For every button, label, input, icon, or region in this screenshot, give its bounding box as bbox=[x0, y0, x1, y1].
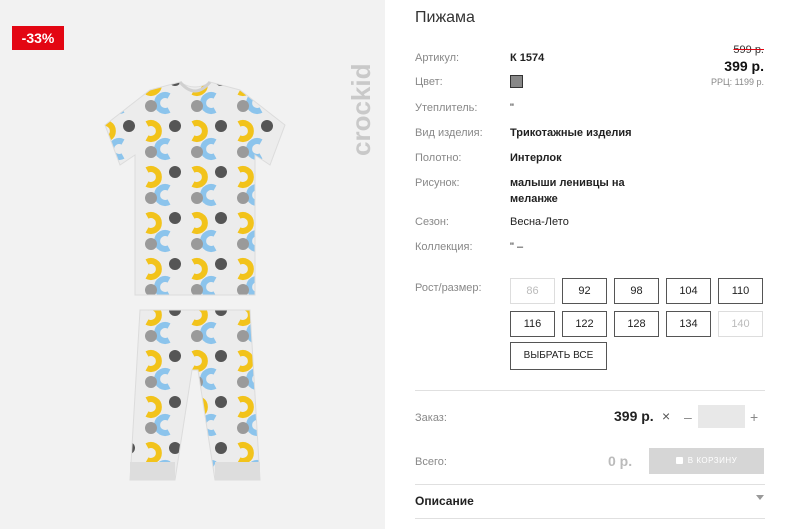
add-to-cart-label: В КОРЗИНУ bbox=[687, 456, 738, 465]
prop-label-article: Артикул: bbox=[415, 52, 460, 64]
size-option-92[interactable]: 92 bbox=[562, 278, 607, 304]
current-price: 399 р. bbox=[724, 58, 764, 74]
size-option-110[interactable]: 110 bbox=[718, 278, 763, 304]
total-label: Всего: bbox=[415, 456, 447, 468]
prop-value-collection: " – bbox=[510, 241, 524, 253]
divider bbox=[415, 518, 765, 519]
size-option-122[interactable]: 122 bbox=[562, 311, 607, 337]
quantity-increase-button[interactable]: + bbox=[750, 409, 758, 425]
prop-value-article: К 1574 bbox=[510, 52, 545, 64]
product-title: Пижама bbox=[415, 9, 475, 26]
prop-label-insulation: Утеплитель: bbox=[415, 102, 478, 114]
prop-label-color: Цвет: bbox=[415, 76, 443, 88]
color-swatch[interactable] bbox=[510, 75, 523, 88]
shopping-bag-icon bbox=[675, 457, 683, 464]
prop-label-collection: Коллекция: bbox=[415, 241, 473, 253]
chevron-down-icon[interactable] bbox=[756, 495, 764, 500]
prop-value-fabric: Интерлок bbox=[510, 152, 562, 164]
recommended-retail-price: РРЦ: 1199 р. bbox=[710, 77, 764, 87]
divider bbox=[415, 484, 765, 485]
order-price: 399 р. bbox=[614, 408, 654, 424]
prop-label-product-type: Вид изделия: bbox=[415, 127, 483, 139]
prop-label-print: Рисунок: bbox=[415, 177, 460, 189]
add-to-cart-button[interactable]: В КОРЗИНУ bbox=[649, 448, 764, 474]
divider bbox=[415, 390, 765, 391]
size-option-128[interactable]: 128 bbox=[614, 311, 659, 337]
multiply-icon: × bbox=[662, 408, 671, 424]
select-all-sizes-button[interactable]: ВЫБРАТЬ ВСЕ bbox=[510, 342, 607, 370]
order-label: Заказ: bbox=[415, 412, 447, 424]
size-option-98[interactable]: 98 bbox=[614, 278, 659, 304]
brand-logo: crockid bbox=[346, 40, 376, 160]
prop-value-product-type: Трикотажные изделия bbox=[510, 127, 632, 139]
product-image-panel[interactable]: -33% crockid bbox=[0, 0, 385, 529]
quantity-input[interactable] bbox=[698, 405, 745, 428]
prop-label-fabric: Полотно: bbox=[415, 152, 462, 164]
prop-label-season: Сезон: bbox=[415, 216, 449, 228]
prop-value-season: Весна-Лето bbox=[510, 216, 569, 228]
quantity-decrease-button[interactable]: – bbox=[684, 409, 692, 425]
size-option-104[interactable]: 104 bbox=[666, 278, 711, 304]
total-value: 0 р. bbox=[608, 453, 633, 469]
size-option-134[interactable]: 134 bbox=[666, 311, 711, 337]
brand-logo-text: crockid bbox=[346, 63, 376, 157]
prop-value-print: малыши ленивцы на меланже bbox=[510, 177, 625, 205]
old-price: 599 р. bbox=[733, 44, 764, 56]
prop-value-insulation: " bbox=[510, 102, 514, 114]
description-title[interactable]: Описание bbox=[415, 494, 474, 508]
size-label: Рост/размер: bbox=[415, 282, 482, 294]
size-option-140[interactable]: 140 bbox=[718, 311, 763, 337]
size-option-86[interactable]: 86 bbox=[510, 278, 555, 304]
discount-badge: -33% bbox=[12, 26, 64, 50]
size-option-116[interactable]: 116 bbox=[510, 311, 555, 337]
product-photo-pajamas bbox=[104, 81, 286, 481]
